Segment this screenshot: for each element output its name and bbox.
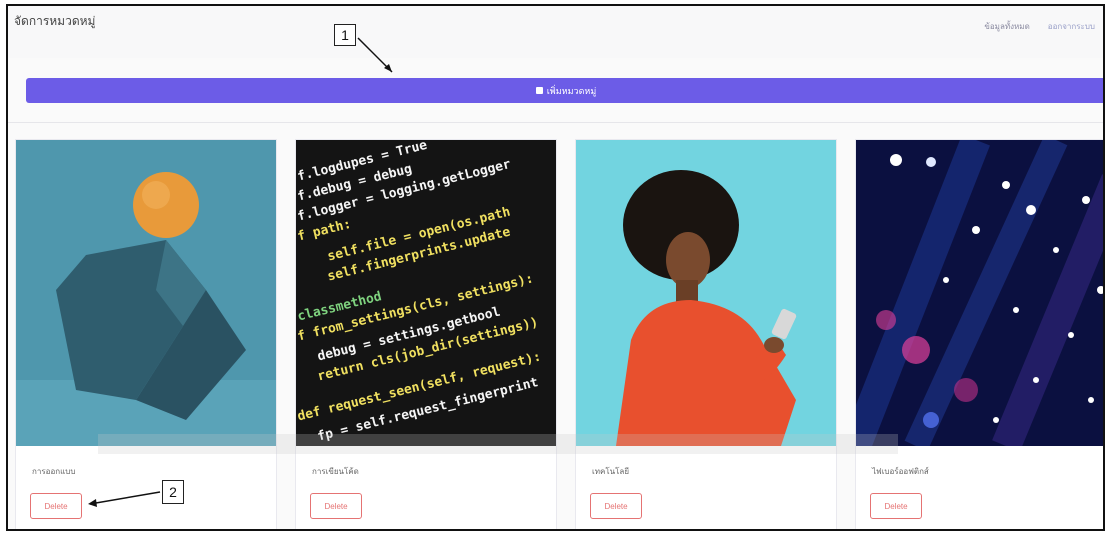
delete-button[interactable]: Delete — [30, 493, 82, 519]
callout-1-arrow — [357, 37, 393, 73]
watermark — [98, 434, 898, 454]
card-label: การออกแบบ — [32, 467, 76, 476]
card-image-source-code: f.logdupes = True f.debug = debug f.logg… — [296, 140, 556, 446]
category-card: f.logdupes = True f.debug = debug f.logg… — [295, 139, 557, 529]
callout-1: 1 — [334, 24, 356, 46]
callout-2-arrow — [88, 491, 161, 507]
logout-link[interactable]: ออกจากระบบ — [1048, 20, 1095, 33]
abstract-shapes-illustration — [16, 140, 276, 446]
delete-button[interactable]: Delete — [870, 493, 922, 519]
delete-button[interactable]: Delete — [310, 493, 362, 519]
page-title: จัดการหมวดหมู่ — [14, 14, 96, 28]
card-label: ไฟเบอร์ออฟติกส์ — [872, 467, 929, 476]
fiber-optics-illustration — [856, 140, 1103, 446]
card-image-abstract-shapes — [16, 140, 276, 446]
add-category-button[interactable]: เพิ่มหมวดหมู่ — [26, 78, 1103, 103]
card-label: เทคโนโลยี — [592, 467, 630, 476]
card-label: การเขียนโค้ด — [312, 467, 359, 476]
category-card: เทคโนโลยี Delete — [575, 139, 837, 529]
divider — [8, 122, 1103, 123]
plus-square-icon — [535, 87, 543, 94]
category-card: การออกแบบ Delete — [15, 139, 277, 529]
app-window: จัดการหมวดหมู่ ข้อมูลทั้งหมด ออกจากระบบ … — [6, 4, 1105, 531]
callout-2: 2 — [162, 480, 184, 504]
person-with-phone-illustration — [576, 140, 836, 446]
delete-button[interactable]: Delete — [590, 493, 642, 519]
category-card: ไฟเบอร์ออฟติกส์ Delete — [855, 139, 1103, 529]
nav-link-all[interactable]: ข้อมูลทั้งหมด — [984, 20, 1029, 33]
card-image-person-with-phone — [576, 140, 836, 446]
top-navbar: จัดการหมวดหมู่ ข้อมูลทั้งหมด ออกจากระบบ — [8, 6, 1103, 58]
card-image-fiber-optics — [856, 140, 1103, 446]
add-category-label: เพิ่มหมวดหมู่ — [546, 85, 597, 96]
category-grid: การออกแบบ Delete f.logdupes = True f.deb… — [15, 139, 1103, 529]
top-links: ข้อมูลทั้งหมด ออกจากระบบ — [984, 20, 1095, 33]
